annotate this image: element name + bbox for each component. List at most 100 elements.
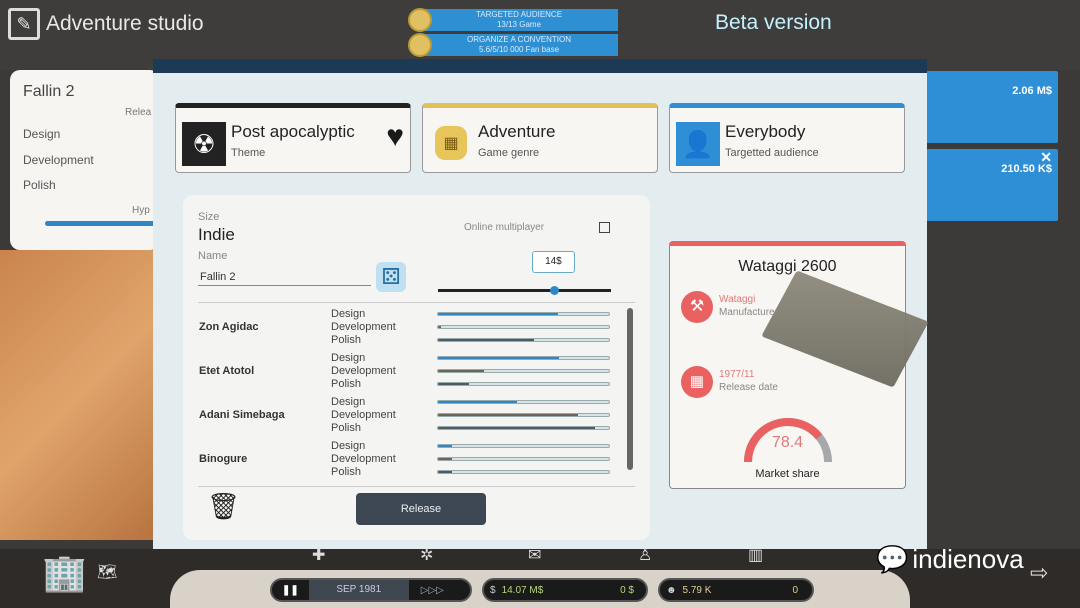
price-slider-handle[interactable]	[549, 286, 559, 295]
skill-bar	[437, 444, 610, 448]
sales-value: 2.06 M$	[1012, 85, 1052, 97]
size-label: Size	[198, 211, 220, 223]
heart-icon[interactable]: ♥	[386, 120, 404, 154]
beta-label: Beta version	[715, 11, 832, 34]
skill-label: Polish	[331, 334, 361, 346]
stats-icon[interactable]: ▥	[748, 545, 763, 565]
exit-icon[interactable]: ⇨	[1030, 560, 1048, 586]
skill-bar-fill	[438, 401, 517, 403]
office-floor	[0, 250, 155, 540]
genre-value: Adventure	[478, 122, 556, 141]
skill-bar-fill	[438, 458, 452, 460]
skill-bar-fill	[438, 471, 452, 473]
audience-label: Targetted audience	[725, 147, 819, 159]
divider	[198, 486, 635, 487]
release-button[interactable]: Release	[356, 493, 486, 525]
tools-icon: ⚒	[681, 291, 713, 323]
skill-bar-fill	[438, 313, 558, 315]
quest-detail: 13/13 Game	[496, 20, 542, 29]
staff-name[interactable]: Adani Simebaga	[199, 409, 285, 421]
time-control[interactable]: ❚❚ SEP 1981 ▷▷▷	[270, 578, 472, 602]
dice-icon[interactable]: ⚄	[376, 262, 406, 292]
console-name: Wataggi 2600	[738, 258, 837, 275]
divider	[198, 302, 635, 303]
sales-card[interactable]: 2.06 M$	[926, 71, 1058, 143]
quest-targeted-audience[interactable]: TARGETED AUDIENCE 13/13 Game	[408, 8, 618, 32]
row-label: Design	[23, 127, 61, 141]
name-label: Name	[198, 250, 228, 262]
money-delta: 0 $	[620, 584, 634, 596]
name-input[interactable]	[198, 269, 371, 286]
hype-label: Hyp	[132, 205, 150, 216]
quest-convention[interactable]: ORGANIZE A CONVENTION 5.6/5/10 000 Fan ba…	[408, 33, 618, 57]
size-value[interactable]: Indie	[198, 225, 235, 245]
staff-name[interactable]: Zon Agidac	[199, 321, 258, 333]
skill-label: Design	[331, 308, 366, 320]
market-share-value: 78.4	[771, 434, 804, 451]
price-tooltip: 14$	[531, 251, 575, 273]
map-icon: ▦	[435, 126, 467, 160]
skill-bar	[437, 400, 610, 404]
price-slider[interactable]	[438, 289, 611, 292]
skill-bar-fill	[438, 383, 469, 385]
skill-label: Design	[331, 352, 366, 364]
fast-forward-icon[interactable]: ▷▷▷	[421, 585, 444, 596]
skill-bar	[437, 338, 610, 342]
building-icon[interactable]: 🏢	[42, 552, 87, 594]
theme-label: Theme	[231, 147, 266, 159]
skill-bar-fill	[438, 326, 442, 328]
row-label: Polish	[23, 178, 56, 192]
skill-label: Design	[331, 440, 366, 452]
theme-card[interactable]: ☢ Post apocalyptic Theme ♥	[175, 103, 411, 173]
manufacturer-label: Manufacturer	[719, 307, 778, 318]
staff-icon[interactable]: ♙	[638, 545, 652, 565]
skill-bar-fill	[438, 414, 579, 416]
staff-name[interactable]: Binogure	[199, 453, 247, 465]
fans-value: 5.79 K	[682, 584, 712, 596]
map-icon[interactable]: 🗺	[97, 562, 117, 582]
console-card: Wataggi 2600 ⚒ Wataggi Manufacturer ▦ 19…	[669, 241, 929, 489]
lock-icon	[408, 33, 432, 57]
dollar-icon: $	[490, 584, 496, 596]
multiplayer-checkbox[interactable]	[599, 222, 610, 233]
close-icon[interactable]: ✕	[1040, 149, 1052, 166]
plus-icon[interactable]: ✚	[312, 545, 325, 565]
network-icon[interactable]: ✲	[420, 545, 433, 565]
radiation-icon: ☢	[182, 122, 226, 166]
trash-icon[interactable]: 🗑	[207, 491, 240, 522]
skill-bar-fill	[438, 370, 485, 372]
skill-bar-fill	[438, 445, 452, 447]
skill-bar	[437, 325, 610, 329]
market-share-label: Market share	[755, 468, 820, 480]
audience-value: Everybody	[725, 122, 806, 141]
staff-name[interactable]: Etet Atotol	[199, 365, 254, 377]
skill-bar	[437, 470, 610, 474]
quest-detail: 5.6/5/10 000 Fan base	[478, 45, 560, 54]
skill-bar	[437, 426, 610, 430]
console-image	[761, 270, 929, 388]
skill-label: Development	[331, 321, 396, 333]
genre-label: Game genre	[478, 147, 540, 159]
studio-title[interactable]: ✎ Adventure studio	[8, 8, 204, 40]
skill-label: Polish	[331, 466, 361, 478]
multiplayer-label: Online multiplayer	[464, 222, 545, 233]
watermark: 💬 indienova	[876, 544, 1024, 575]
release-date-value: 1977/11	[719, 369, 755, 380]
project-title: Fallin 2	[23, 83, 75, 100]
mail-icon[interactable]: ✉	[528, 545, 541, 565]
audience-card[interactable]: 👤 Everybody Targetted audience	[669, 103, 905, 173]
game-settings-panel: Size Indie Name ⚄ Online multiplayer 14$…	[183, 195, 650, 540]
quest-title: ORGANIZE A CONVENTION	[466, 35, 571, 44]
edit-icon[interactable]: ✎	[8, 8, 40, 40]
skill-bar	[437, 382, 610, 386]
genre-card[interactable]: ▦ Adventure Game genre	[422, 103, 658, 173]
pause-icon[interactable]: ❚❚	[282, 585, 299, 596]
release-date-label: Release date	[719, 382, 778, 393]
scrollbar[interactable]	[627, 308, 633, 470]
skill-bar-fill	[438, 339, 534, 341]
skill-bar	[437, 312, 610, 316]
theme-value: Post apocalyptic	[231, 122, 355, 141]
calendar-icon: ▦	[681, 366, 713, 398]
sales-card[interactable]: ✕ 210.50 K$	[926, 149, 1058, 221]
wechat-icon: 💬	[876, 544, 909, 574]
